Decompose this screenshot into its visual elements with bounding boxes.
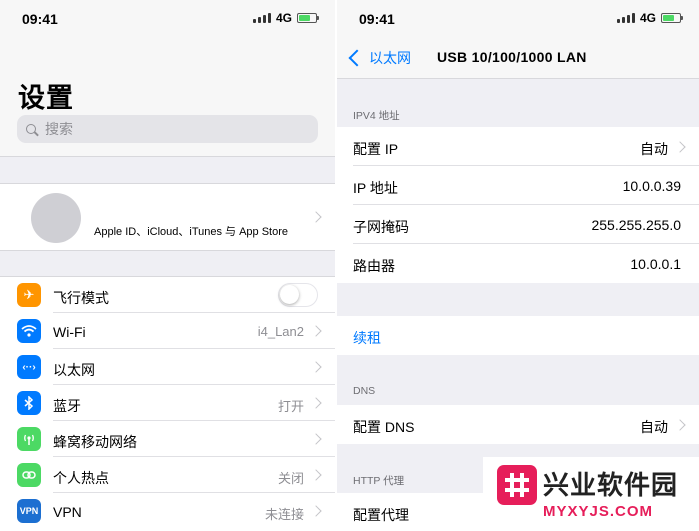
- network-type: 4G: [639, 11, 656, 25]
- apple-id-row[interactable]: Apple ID、iCloud、iTunes 与 App Store: [0, 183, 335, 251]
- row-value: 自动: [640, 419, 668, 435]
- row-label: 以太网: [53, 362, 95, 378]
- network-type: 4G: [275, 11, 292, 25]
- row-router: 路由器 10.0.0.1: [337, 244, 699, 283]
- status-time: 09:41: [22, 11, 58, 27]
- row-value: 关闭: [277, 471, 304, 486]
- row-label: VPN: [53, 504, 82, 520]
- row-value: 10.0.0.1: [630, 256, 681, 272]
- chevron-right-icon: [310, 325, 322, 337]
- row-label: 配置 IP: [353, 141, 399, 157]
- section-header-http-proxy: HTTP 代理: [353, 475, 405, 487]
- chevron-right-icon: [310, 433, 322, 445]
- row-cellular[interactable]: 蜂窝移动网络: [0, 421, 335, 457]
- section-header-ipv4: IPV4 地址: [353, 110, 400, 122]
- status-indicators: 4G: [616, 11, 683, 25]
- row-value: 未连接: [264, 507, 304, 522]
- row-wifi[interactable]: Wi-Fi i4_Lan2: [0, 313, 335, 349]
- status-bar: 09:41 4G: [337, 0, 699, 38]
- row-hotspot[interactable]: 个人热点 关闭: [0, 457, 335, 493]
- row-label: Wi-Fi: [53, 324, 86, 340]
- settings-screen: 09:41 4G 设置 搜索 Apple ID、iCloud、iTunes 与 …: [0, 0, 335, 531]
- settings-header: 设置 搜索: [0, 38, 335, 157]
- vpn-icon: VPN: [17, 499, 41, 523]
- row-label: 蓝牙: [53, 398, 81, 414]
- row-label: 个人热点: [53, 470, 109, 486]
- search-placeholder: 搜索: [45, 121, 73, 137]
- settings-list: ✈ 飞行模式 Wi-Fi i4_Lan2 ‹··› 以太网 蓝牙 打开 蜂窝移动…: [0, 276, 335, 531]
- chevron-right-icon: [310, 505, 322, 517]
- row-value: 自动: [640, 141, 668, 157]
- hash-logo-icon: [497, 465, 537, 505]
- row-label: 配置代理: [353, 507, 409, 523]
- row-value: 打开: [277, 399, 304, 414]
- row-value: 10.0.0.39: [622, 178, 681, 194]
- signal-icon: [616, 13, 635, 23]
- airplane-mode-toggle[interactable]: [278, 283, 318, 307]
- chevron-right-icon: [310, 469, 322, 481]
- row-configure-dns[interactable]: 配置 DNS 自动: [337, 405, 699, 444]
- chevron-right-icon: [310, 211, 322, 223]
- row-ethernet[interactable]: ‹··› 以太网: [0, 349, 335, 385]
- renew-lease-label: 续租: [353, 330, 381, 346]
- row-subnet-mask: 子网掩码 255.255.255.0: [337, 205, 699, 244]
- watermark: 兴业软件园 MYXYJS.COM: [483, 457, 699, 531]
- back-label: 以太网: [369, 50, 411, 66]
- battery-icon: [661, 13, 683, 23]
- nav-title: USB 10/100/1000 LAN: [437, 49, 587, 65]
- page-title: 设置: [18, 83, 74, 113]
- status-bar: 09:41 4G: [0, 0, 335, 38]
- wifi-icon: [17, 319, 41, 343]
- chevron-right-icon: [674, 141, 686, 153]
- row-label: 路由器: [353, 258, 395, 274]
- renew-lease-button[interactable]: 续租: [337, 316, 699, 355]
- row-label: 子网掩码: [353, 219, 409, 235]
- apple-id-subtitle: Apple ID、iCloud、iTunes 与 App Store: [94, 226, 289, 238]
- row-label: IP 地址: [353, 180, 398, 196]
- ethernet-detail-screen: 09:41 4G 以太网 USB 10/100/1000 LAN IPV4 地址…: [337, 0, 699, 531]
- row-value: 255.255.255.0: [591, 217, 681, 233]
- section-header-dns: DNS: [353, 385, 376, 397]
- row-airplane-mode[interactable]: ✈ 飞行模式: [0, 277, 335, 313]
- row-label: 配置 DNS: [353, 419, 415, 435]
- chevron-right-icon: [310, 361, 322, 373]
- hotspot-icon: [17, 463, 41, 487]
- row-label: 飞行模式: [53, 290, 109, 306]
- chevron-right-icon: [674, 419, 686, 431]
- ethernet-icon: ‹··›: [17, 355, 41, 379]
- row-bluetooth[interactable]: 蓝牙 打开: [0, 385, 335, 421]
- cellular-icon: [17, 427, 41, 451]
- row-configure-ip[interactable]: 配置 IP 自动: [337, 127, 699, 166]
- status-time: 09:41: [359, 11, 395, 27]
- avatar: [31, 193, 81, 243]
- nav-bar: 以太网 USB 10/100/1000 LAN: [337, 38, 699, 79]
- back-button[interactable]: 以太网: [347, 48, 411, 68]
- row-value: i4_Lan2: [257, 324, 304, 339]
- chevron-left-icon: [348, 49, 366, 67]
- watermark-url: MYXYJS.COM: [543, 503, 654, 520]
- row-ip-address: IP 地址 10.0.0.39: [337, 166, 699, 205]
- status-indicators: 4G: [252, 11, 319, 25]
- airplane-icon: ✈: [17, 283, 41, 307]
- battery-icon: [297, 13, 319, 23]
- chevron-right-icon: [310, 397, 322, 409]
- row-label: 蜂窝移动网络: [53, 434, 137, 450]
- search-input[interactable]: 搜索: [17, 115, 318, 143]
- watermark-title: 兴业软件园: [543, 470, 679, 500]
- search-icon: [26, 124, 36, 134]
- signal-icon: [252, 13, 271, 23]
- row-vpn[interactable]: VPN VPN 未连接: [0, 493, 335, 529]
- bluetooth-icon: [17, 391, 41, 415]
